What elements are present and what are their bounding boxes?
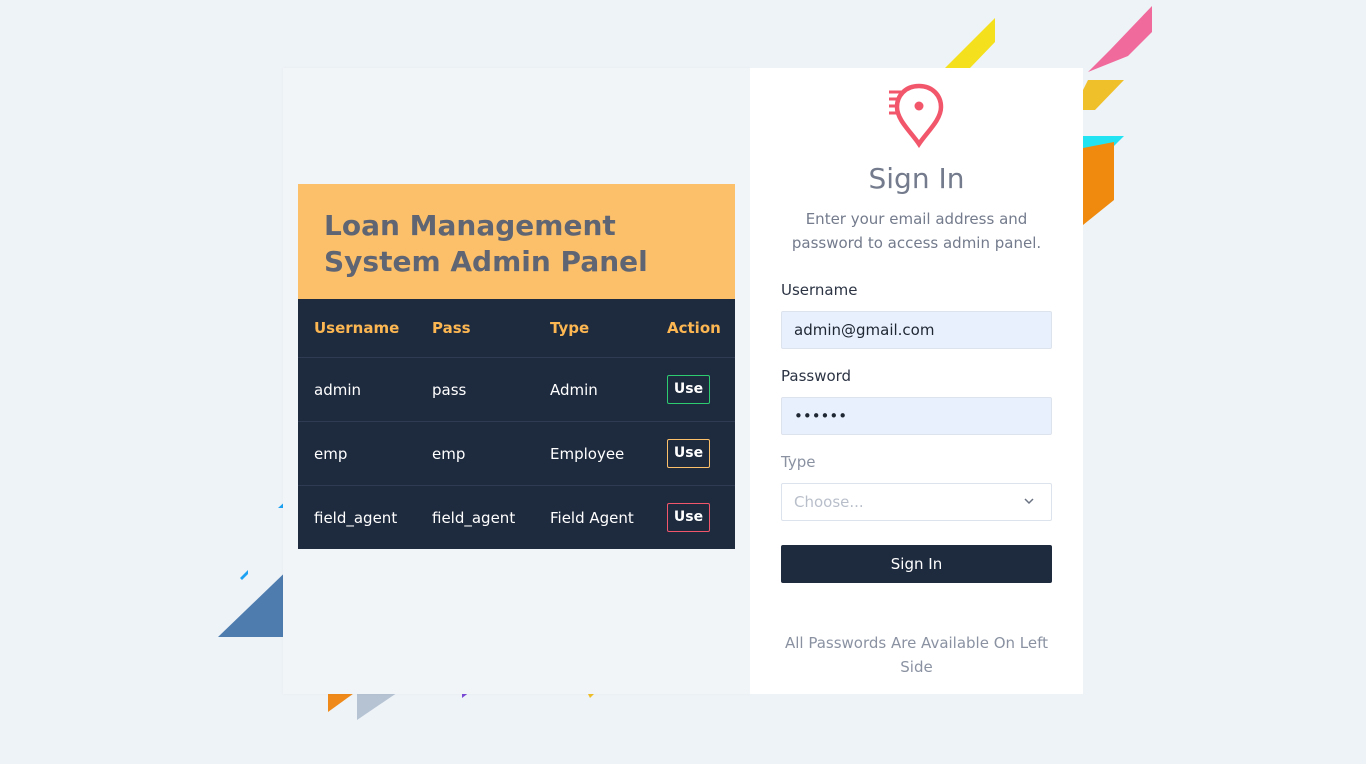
- table-row: admin pass Admin Use: [298, 357, 735, 422]
- header-username: Username: [298, 299, 416, 358]
- cell-pass: emp: [416, 421, 534, 486]
- sign-in-title: Sign In: [868, 162, 965, 195]
- credentials-card: Loan Management System Admin Panel Usern…: [298, 184, 735, 549]
- passwords-note: All Passwords Are Available On Left Side: [784, 634, 1049, 676]
- password-field[interactable]: ••••••: [781, 397, 1052, 435]
- cell-username: field_agent: [314, 508, 398, 527]
- cell-username: emp: [298, 421, 416, 486]
- table-row: emp emp Employee Use: [298, 421, 735, 486]
- table-header-row: Username Pass Type Action: [298, 299, 735, 358]
- cell-type: Admin: [534, 357, 651, 422]
- cell-username: admin: [298, 357, 416, 422]
- chevron-down-icon: [1024, 498, 1034, 505]
- sign-in-subtitle: Enter your email address and password to…: [791, 210, 1042, 252]
- header-action: Action: [651, 299, 735, 358]
- header-pass: Pass: [416, 299, 534, 358]
- use-admin-button[interactable]: Use: [667, 375, 710, 404]
- type-label: Type: [781, 453, 816, 471]
- use-field-agent-button[interactable]: Use: [667, 503, 710, 532]
- cell-type: Employee: [534, 421, 651, 486]
- type-select[interactable]: Choose...: [781, 483, 1052, 521]
- cell-type: Field Agent: [550, 508, 634, 527]
- username-field[interactable]: admin@gmail.com: [781, 311, 1052, 349]
- sign-in-button[interactable]: Sign In: [781, 545, 1052, 583]
- header-type: Type: [534, 299, 651, 358]
- location-pin-speed-icon: [889, 83, 944, 148]
- password-label: Password: [781, 367, 852, 385]
- cell-pass: field_agent: [432, 508, 516, 527]
- credentials-table: Username Pass Type Action admin pass Adm…: [298, 299, 735, 549]
- use-employee-button[interactable]: Use: [667, 439, 710, 468]
- username-label: Username: [781, 281, 858, 299]
- credentials-title: Loan Management System Admin Panel: [298, 184, 735, 299]
- table-row: field_agent field_agent Field Agent Use: [298, 486, 735, 550]
- type-select-placeholder: Choose...: [794, 493, 864, 511]
- cell-pass: pass: [416, 357, 534, 422]
